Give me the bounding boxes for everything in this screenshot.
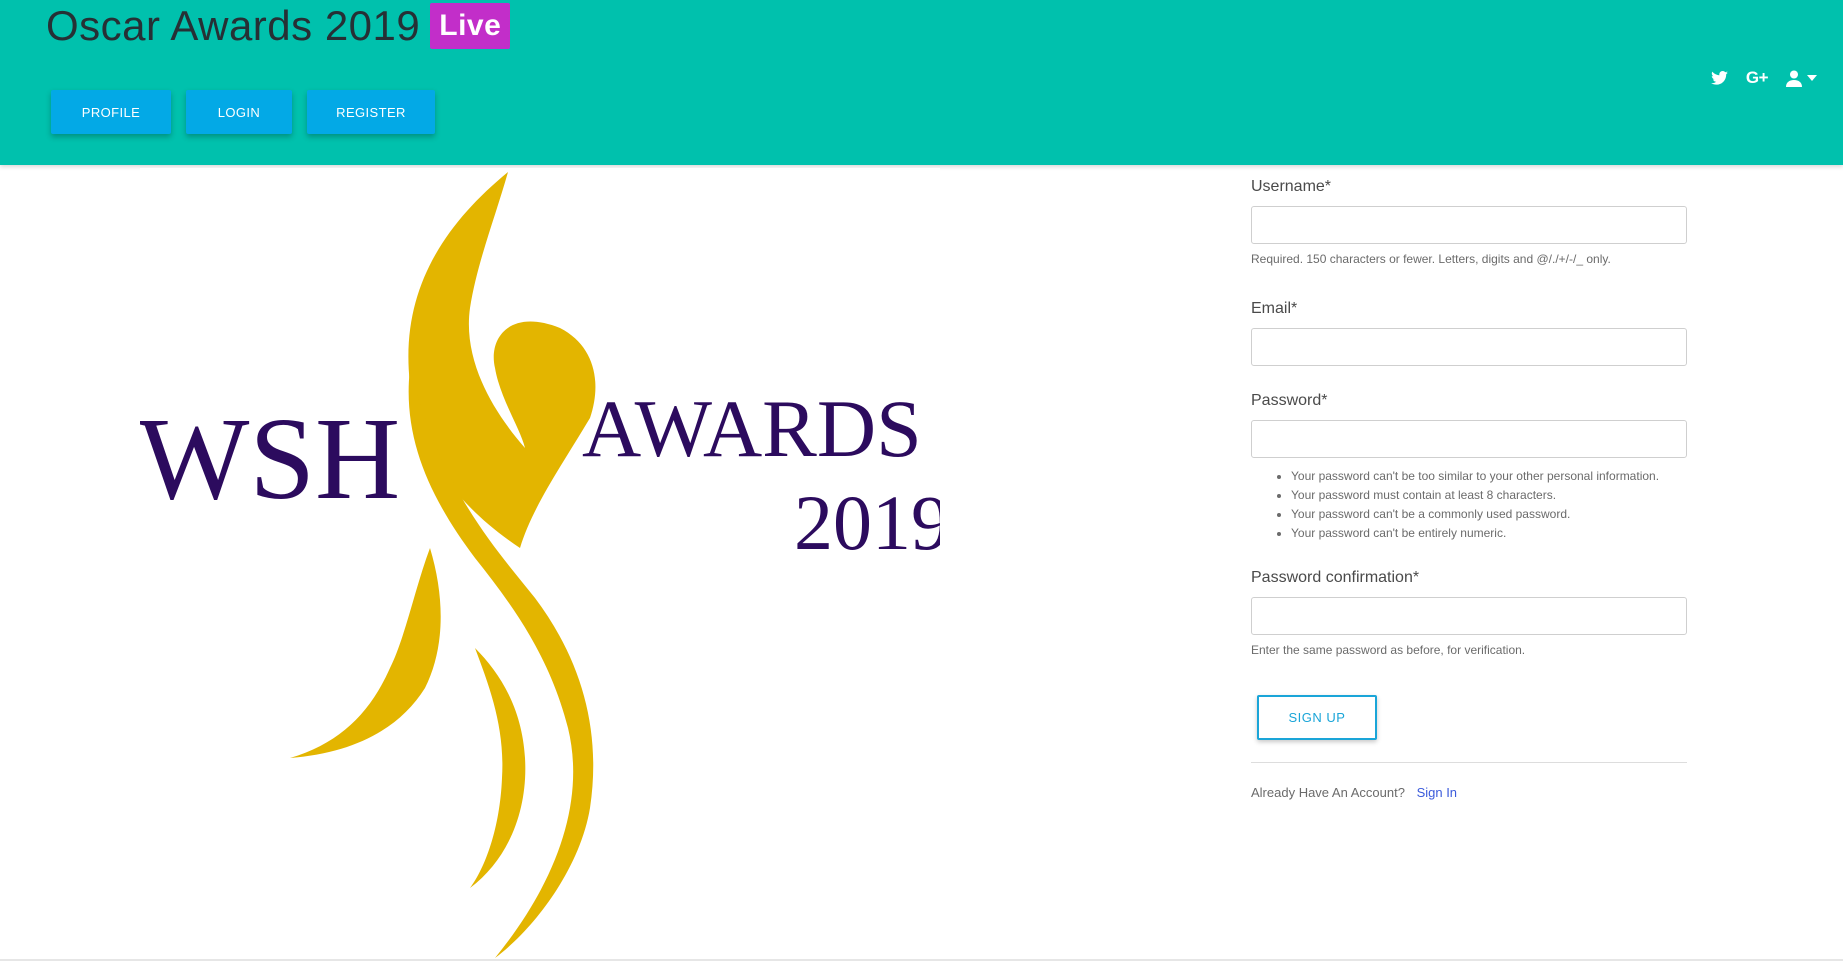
site-title[interactable]: Oscar Awards 2019 xyxy=(46,2,420,50)
logo-wordmark-right: AWARDS xyxy=(582,383,922,474)
password-confirmation-help-text: Enter the same password as before, for v… xyxy=(1251,643,1526,657)
sign-up-button[interactable]: SIGN UP xyxy=(1257,695,1377,740)
logo-year: 2019 xyxy=(794,479,940,566)
logo-graphic: WSH AWARDS 2019 xyxy=(138,172,950,958)
username-help-text: Required. 150 characters or fewer. Lette… xyxy=(1251,252,1611,266)
email-label: Email* xyxy=(1251,300,1298,317)
form-divider xyxy=(1251,762,1687,763)
user-menu[interactable] xyxy=(1786,70,1817,87)
username-input[interactable] xyxy=(1251,206,1687,244)
account-prompt-text: Already Have An Account? xyxy=(1251,785,1405,800)
password-rules-list: Your password can't be too similar to yo… xyxy=(1251,467,1687,543)
caret-down-icon xyxy=(1807,75,1817,81)
top-navbar: Oscar Awards 2019 Live PROFILE LOGIN REG… xyxy=(0,0,1843,165)
figure-arm xyxy=(290,548,441,758)
email-input[interactable] xyxy=(1251,328,1687,366)
signup-form: Username* Required. 150 characters or fe… xyxy=(1251,178,1687,800)
register-button[interactable]: REGISTER xyxy=(307,90,435,134)
sign-in-link[interactable]: Sign In xyxy=(1417,785,1457,800)
login-button[interactable]: LOGIN xyxy=(186,90,292,134)
password-input[interactable] xyxy=(1251,420,1687,458)
figure-leg xyxy=(470,648,526,888)
password-confirmation-input[interactable] xyxy=(1251,597,1687,635)
password-rule: Your password can't be a commonly used p… xyxy=(1291,505,1687,524)
signup-button-wrap: SIGN UP xyxy=(1251,695,1687,740)
wsh-awards-logo: WSH AWARDS 2019 xyxy=(138,168,950,961)
password-label: Password* xyxy=(1251,392,1328,409)
logo-wordmark-left: WSH xyxy=(140,393,400,524)
user-icon xyxy=(1786,70,1802,87)
password-confirmation-label: Password confirmation* xyxy=(1251,569,1420,586)
site-brand[interactable]: Oscar Awards 2019 Live xyxy=(46,2,511,50)
username-label: Username* xyxy=(1251,178,1332,195)
password-rule: Your password can't be entirely numeric. xyxy=(1291,524,1687,543)
signin-prompt-row: Already Have An Account? Sign In xyxy=(1251,785,1687,800)
profile-button[interactable]: PROFILE xyxy=(51,90,171,134)
google-plus-icon[interactable]: G+ xyxy=(1746,68,1769,88)
social-icons: G+ xyxy=(1710,68,1817,88)
live-badge: Live xyxy=(430,3,511,49)
password-rule: Your password must contain at least 8 ch… xyxy=(1291,486,1687,505)
twitter-icon[interactable] xyxy=(1710,71,1728,85)
password-rule: Your password can't be too similar to yo… xyxy=(1291,467,1687,486)
